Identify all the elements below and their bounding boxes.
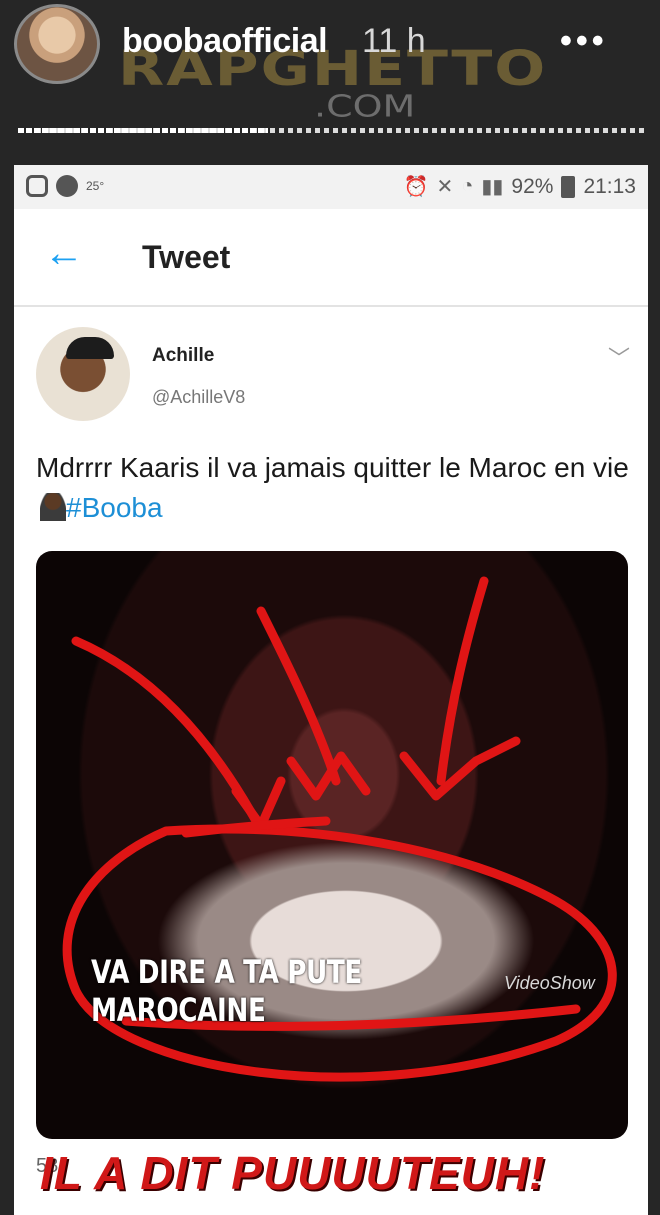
messenger-icon [56, 175, 78, 197]
story-timestamp: 11 h [362, 22, 426, 60]
story-username[interactable]: boobaofficial [122, 22, 328, 61]
back-arrow-icon[interactable]: ← [44, 231, 84, 276]
tweet-author-name[interactable]: Achille [152, 345, 214, 367]
mute-icon: ✕ [436, 176, 454, 198]
annotation-arrow-right [436, 576, 489, 786]
red-annotation-drawing [62, 576, 617, 1082]
annotation-arrow-left [71, 636, 261, 826]
status-bar: 25° ⏰ ✕ ◔ ▮▮ 92% 21:13 [14, 165, 648, 209]
story-header: RAPGHETTO .COM boobaofficial 11 h ••• [0, 0, 660, 124]
tweet-hashtag-link[interactable]: #Booba [66, 492, 163, 523]
story-avatar[interactable] [14, 4, 100, 84]
story-progress-filled [18, 128, 268, 133]
tweet-author-handle[interactable]: @AchilleV8 [152, 387, 245, 408]
media-watermark: VideoShow [504, 973, 595, 993]
annotation-arrowhead-left [231, 776, 286, 831]
media-caption: VA DIRE A TA PUTE MAROCAINE [91, 953, 362, 1029]
tweet-author-avatar[interactable] [36, 327, 130, 421]
clock: 21:13 [583, 174, 636, 198]
tweet-text: Mdrrrr Kaaris il va jamais quitter le Ma… [36, 452, 629, 483]
instagram-icon [26, 175, 48, 197]
avatar-cap [66, 337, 114, 359]
tweet-screenshot: 25° ⏰ ✕ ◔ ▮▮ 92% 21:13 ← Tweet Achille @… [14, 165, 648, 1215]
annotation-arrow-middle [256, 606, 341, 786]
watermark-domain: .COM [314, 88, 416, 124]
app-bar: ← Tweet [14, 209, 648, 307]
person-emoji-icon [40, 493, 66, 521]
alarm-icon: ⏰ [403, 176, 429, 198]
chevron-down-icon[interactable]: ﹀ [608, 341, 630, 373]
more-options-icon[interactable]: ••• [560, 22, 608, 61]
annotation-arrowhead-right [399, 736, 521, 801]
signal-icon: ▮▮ [481, 176, 504, 198]
temperature-text: 25° [86, 179, 105, 193]
page-title: Tweet [142, 239, 231, 275]
story-overlay-caption: IL A DIT PUUUUTEUH! [40, 1147, 546, 1199]
wifi-icon: ◔ [461, 175, 474, 197]
battery-icon [561, 175, 576, 198]
tweet-media-video[interactable]: VA DIRE A TA PUTE MAROCAINE VideoShow [36, 551, 628, 1139]
battery-percent: 92% [511, 174, 554, 198]
tweet-body: Mdrrrr Kaaris il va jamais quitter le Ma… [36, 448, 636, 528]
